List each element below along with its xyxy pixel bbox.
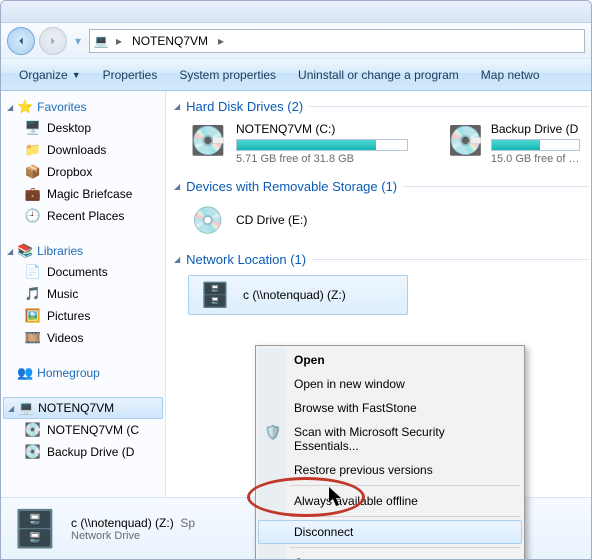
hdd-icon: 💽 xyxy=(188,122,228,158)
ctx-open[interactable]: Open xyxy=(258,348,522,372)
chevron-right-icon[interactable]: ▸ xyxy=(216,34,226,48)
drive-icon: 💽 xyxy=(25,444,41,460)
collapse-icon: ◢ xyxy=(174,182,180,191)
network-drive-z[interactable]: 🗄️c (\\notenquad) (Z:) xyxy=(188,275,408,315)
details-title: c (\\notenquad) (Z:) xyxy=(71,516,174,530)
sidebar-item-downloads[interactable]: 📁Downloads xyxy=(3,139,163,161)
sidebar-item-dropbox[interactable]: 📦Dropbox xyxy=(3,161,163,183)
uninstall-button[interactable]: Uninstall or change a program xyxy=(288,62,469,88)
back-button[interactable] xyxy=(7,27,35,55)
collapse-icon: ◢ xyxy=(174,102,180,111)
network-drive-icon: 🗄️ xyxy=(11,505,59,553)
favorites-header[interactable]: ◢⭐Favorites xyxy=(3,97,163,117)
computer-icon: 💻 xyxy=(92,34,110,48)
capacity-bar xyxy=(236,139,408,151)
drive-d[interactable]: 💽 Backup Drive (D 15.0 GB free of … xyxy=(448,122,568,165)
section-network[interactable]: ◢Network Location (1) xyxy=(172,250,591,275)
map-network-button[interactable]: Map netwo xyxy=(471,62,550,88)
sidebar-item-recent-places[interactable]: 🕘Recent Places xyxy=(3,205,163,227)
drive-icon: 💽 xyxy=(25,422,41,438)
drive-label: Backup Drive (D xyxy=(491,122,580,136)
star-icon: ⭐ xyxy=(17,99,33,115)
videos-icon: 🎞️ xyxy=(25,330,41,346)
section-removable[interactable]: ◢Devices with Removable Storage (1) xyxy=(172,177,591,202)
drive-label: NOTENQ7VM (C:) xyxy=(236,122,408,136)
free-space: 15.0 GB free of … xyxy=(491,153,580,165)
ctx-copy[interactable]: Copy xyxy=(258,551,522,560)
homegroup-icon: 👥 xyxy=(17,365,33,381)
details-type: Network Drive xyxy=(71,530,195,542)
capacity-bar xyxy=(491,139,580,151)
ctx-restore-versions[interactable]: Restore previous versions xyxy=(258,458,522,482)
address-bar[interactable]: 💻 ▸ NOTENQ7VM ▸ xyxy=(89,29,585,53)
sidebar-item-videos[interactable]: 🎞️Videos xyxy=(3,327,163,349)
homegroup-header[interactable]: ◢👥Homegroup xyxy=(3,363,163,383)
breadcrumb[interactable]: NOTENQ7VM xyxy=(128,32,212,50)
nav-row: ▾ 💻 ▸ NOTENQ7VM ▸ xyxy=(1,23,591,59)
documents-icon: 📄 xyxy=(25,264,41,280)
expand-icon: ◢ xyxy=(7,103,13,112)
ctx-open-new-window[interactable]: Open in new window xyxy=(258,372,522,396)
briefcase-icon: 💼 xyxy=(25,186,41,202)
sidebar-item-pictures[interactable]: 🖼️Pictures xyxy=(3,305,163,327)
libraries-header[interactable]: ◢📚Libraries xyxy=(3,241,163,261)
organize-button[interactable]: Organize▼ xyxy=(9,62,91,88)
forward-button xyxy=(39,27,67,55)
nav-history-dropdown[interactable]: ▾ xyxy=(71,27,85,55)
titlebar[interactable] xyxy=(1,1,591,23)
drive-c[interactable]: 💽 NOTENQ7VM (C:) 5.71 GB free of 31.8 GB xyxy=(188,122,408,165)
sidebar-item-documents[interactable]: 📄Documents xyxy=(3,261,163,283)
collapse-icon: ◢ xyxy=(174,255,180,264)
sidebar-item-desktop[interactable]: 🖥️Desktop xyxy=(3,117,163,139)
sidebar-item-magic-briefcase[interactable]: 💼Magic Briefcase xyxy=(3,183,163,205)
section-hdd[interactable]: ◢Hard Disk Drives (2) xyxy=(172,97,591,122)
system-properties-button[interactable]: System properties xyxy=(169,62,286,88)
free-space: 5.71 GB free of 31.8 GB xyxy=(236,153,408,165)
sidebar-item-drive-d[interactable]: 💽Backup Drive (D xyxy=(3,441,163,463)
pictures-icon: 🖼️ xyxy=(25,308,41,324)
network-drive-icon: 🗄️ xyxy=(195,280,235,310)
shield-icon: 🛡️ xyxy=(264,423,282,441)
ctx-available-offline[interactable]: Always available offline xyxy=(258,489,522,513)
explorer-window: ▾ 💻 ▸ NOTENQ7VM ▸ Organize▼ Properties S… xyxy=(0,0,592,560)
context-menu: Open Open in new window Browse with Fast… xyxy=(255,345,525,560)
music-icon: 🎵 xyxy=(25,286,41,302)
expand-icon: ◢ xyxy=(7,247,13,256)
chevron-right-icon[interactable]: ▸ xyxy=(114,34,124,48)
desktop-icon: 🖥️ xyxy=(25,120,41,136)
sidebar-item-music[interactable]: 🎵Music xyxy=(3,283,163,305)
dropbox-icon: 📦 xyxy=(25,164,41,180)
sidebar-item-drive-c[interactable]: 💽NOTENQ7VM (C xyxy=(3,419,163,441)
recent-icon: 🕘 xyxy=(25,208,41,224)
command-bar: Organize▼ Properties System properties U… xyxy=(1,59,591,91)
hdd-icon: 💽 xyxy=(448,122,483,158)
properties-button[interactable]: Properties xyxy=(93,62,168,88)
nav-pane: ◢⭐Favorites 🖥️Desktop 📁Downloads 📦Dropbo… xyxy=(1,91,166,497)
ctx-faststone[interactable]: Browse with FastStone xyxy=(258,396,522,420)
folder-icon: 📁 xyxy=(25,142,41,158)
computer-icon: 💻 xyxy=(18,400,34,416)
ctx-scan-mse[interactable]: 🛡️Scan with Microsoft Security Essential… xyxy=(258,420,522,458)
expand-icon: ◢ xyxy=(8,404,14,413)
computer-header[interactable]: ◢💻NOTENQ7VM xyxy=(3,397,163,419)
cd-icon: 💿 xyxy=(188,202,228,238)
cd-drive[interactable]: 💿CD Drive (E:) xyxy=(172,202,591,238)
library-icon: 📚 xyxy=(17,243,33,259)
ctx-disconnect[interactable]: Disconnect xyxy=(258,520,522,544)
